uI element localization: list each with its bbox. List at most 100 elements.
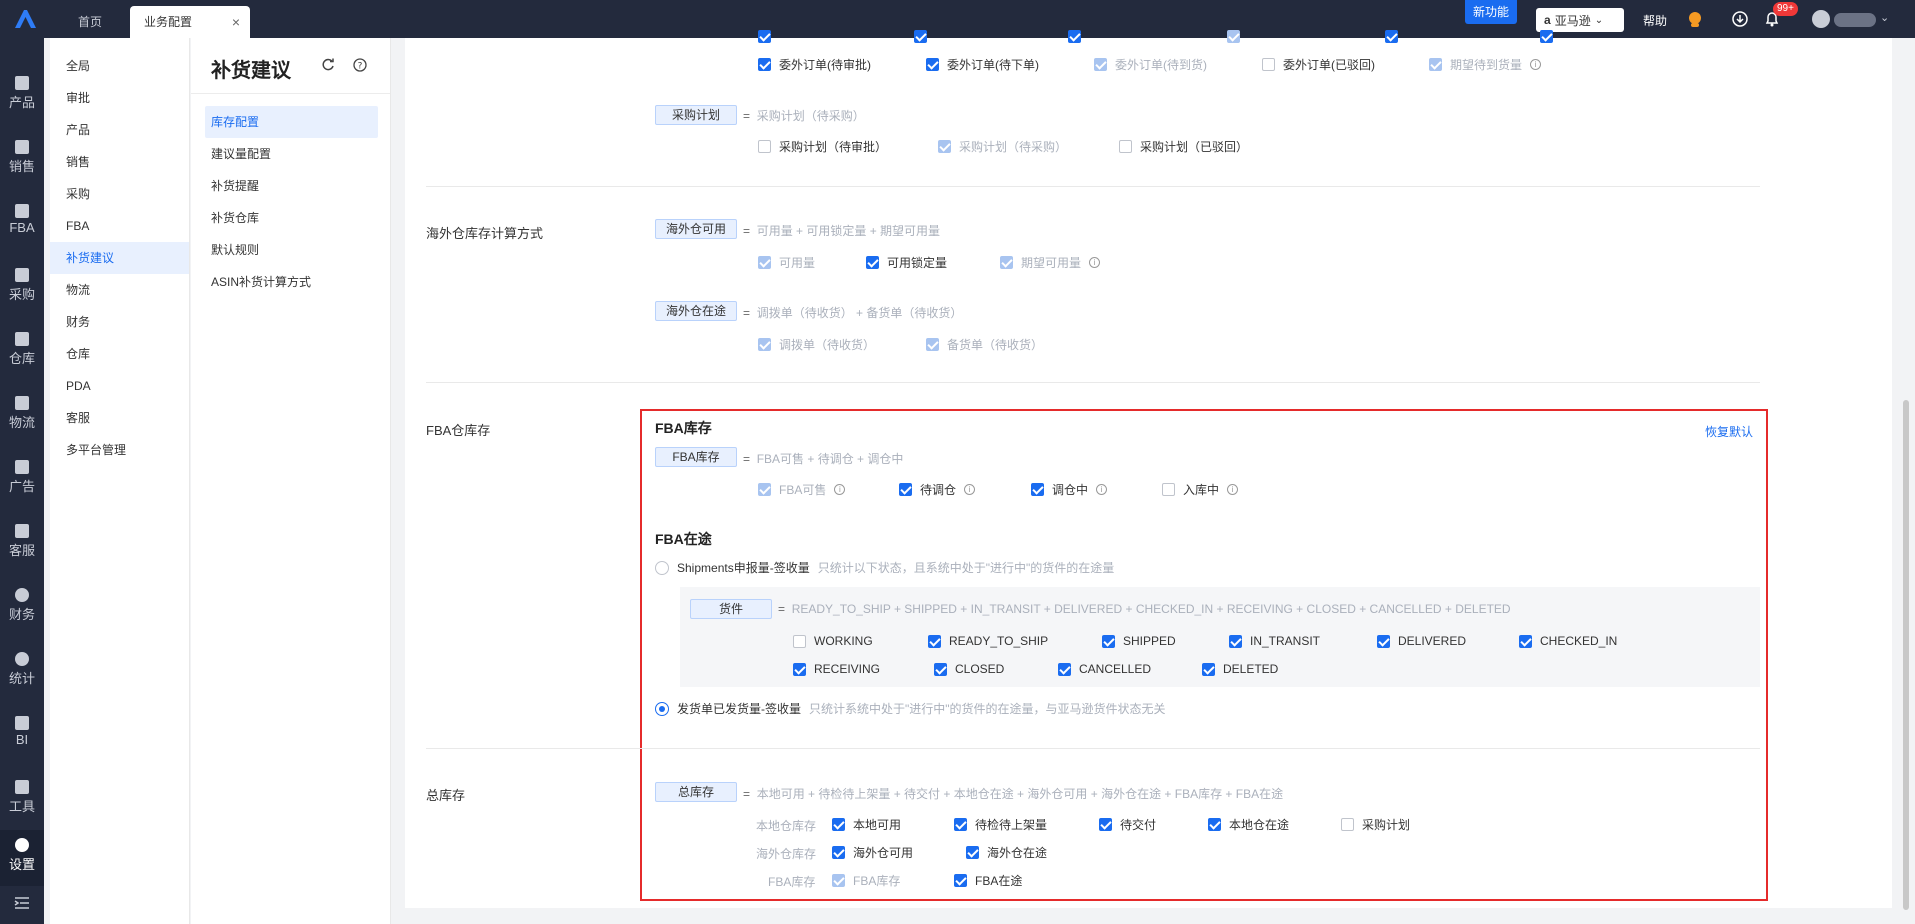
checkbox[interactable] bbox=[1162, 483, 1175, 496]
app-logo[interactable] bbox=[0, 0, 50, 38]
checkbox-pending-delivery[interactable]: 待交付 bbox=[1099, 816, 1156, 833]
checkbox-locked-available[interactable]: 可用锁定量 bbox=[866, 254, 947, 271]
nav-fba[interactable]: FBA bbox=[0, 196, 44, 248]
nav-logistics[interactable]: 物流 bbox=[0, 388, 44, 440]
close-icon[interactable]: × bbox=[232, 6, 240, 38]
checkbox-deleted[interactable]: DELETED bbox=[1202, 662, 1278, 676]
restore-default-link[interactable]: 恢复默认 bbox=[1705, 423, 1753, 440]
checkbox[interactable] bbox=[926, 58, 939, 71]
info-icon[interactable]: i bbox=[1096, 484, 1108, 495]
submenu-approval[interactable]: 审批 bbox=[50, 82, 189, 114]
checkbox-plan-approve[interactable]: 采购计划（待审批） bbox=[758, 138, 887, 155]
help-link[interactable]: 帮助 bbox=[1643, 12, 1667, 29]
radio-shipments[interactable]: Shipments申报量-签收量 只统计以下状态，且系统中处于"进行中"的货件的在… bbox=[655, 559, 1114, 576]
checkbox[interactable] bbox=[1262, 58, 1275, 71]
submenu-warehouse[interactable]: 仓库 bbox=[50, 338, 189, 370]
tmenu-reminder[interactable]: 补货提醒 bbox=[205, 170, 378, 202]
checkbox[interactable] bbox=[866, 256, 879, 269]
checkbox[interactable] bbox=[1099, 818, 1112, 831]
checkbox-shipped[interactable]: SHIPPED bbox=[1102, 634, 1176, 648]
checkbox-fba-transit[interactable]: FBA在途 bbox=[954, 872, 1022, 889]
checkbox[interactable] bbox=[793, 634, 806, 648]
checkbox[interactable] bbox=[1102, 634, 1115, 648]
nav-sales[interactable]: 销售 bbox=[0, 132, 44, 184]
checkbox-receiving[interactable]: RECEIVING bbox=[793, 662, 880, 676]
checkbox-cancelled[interactable]: CANCELLED bbox=[1058, 662, 1151, 676]
submenu-pda[interactable]: PDA bbox=[50, 370, 189, 402]
info-icon[interactable]: i bbox=[1530, 59, 1542, 70]
checkbox-pending-transfer[interactable]: 待调仓 i bbox=[899, 481, 976, 498]
checkbox-inbound[interactable]: 入库中 i bbox=[1162, 481, 1239, 498]
new-feature-button[interactable]: 新功能 bbox=[1465, 0, 1517, 24]
submenu-global[interactable]: 全局 bbox=[50, 50, 189, 82]
nav-settings[interactable]: 设置 bbox=[0, 830, 44, 886]
checkbox[interactable] bbox=[934, 662, 947, 676]
radio-delivery-note[interactable]: 发货单已发货量-签收量 只统计系统中处于"进行中"的货件的在途量，与亚马逊货件状态… bbox=[655, 700, 1166, 717]
checkbox[interactable] bbox=[793, 662, 806, 676]
checkbox[interactable] bbox=[966, 846, 979, 859]
checkbox-outsource-approve[interactable]: 委外订单(待审批) bbox=[758, 56, 871, 73]
checkbox[interactable] bbox=[928, 634, 941, 648]
collapse-menu-icon[interactable] bbox=[0, 888, 44, 918]
checkbox-local-transit[interactable]: 本地仓在途 bbox=[1208, 816, 1289, 833]
checkbox[interactable] bbox=[1519, 634, 1532, 648]
nav-tools[interactable]: 工具 bbox=[0, 772, 44, 824]
avatar[interactable] bbox=[1812, 10, 1830, 28]
submenu-sales[interactable]: 销售 bbox=[50, 146, 189, 178]
info-icon[interactable]: i bbox=[964, 484, 976, 495]
checkbox[interactable] bbox=[1341, 818, 1354, 831]
nav-purchase[interactable]: 采购 bbox=[0, 260, 44, 312]
tmenu-suggest-config[interactable]: 建议量配置 bbox=[205, 138, 378, 170]
tmenu-inventory-config[interactable]: 库存配置 bbox=[205, 106, 378, 138]
checkbox-working[interactable]: WORKING bbox=[793, 634, 873, 648]
nav-stats[interactable]: 统计 bbox=[0, 644, 44, 696]
checkbox-overseas-transit[interactable]: 海外仓在途 bbox=[966, 844, 1047, 861]
checkbox[interactable] bbox=[832, 818, 845, 831]
checkbox[interactable] bbox=[758, 140, 771, 153]
checkbox-inspection-pending[interactable]: 待检待上架量 bbox=[954, 816, 1047, 833]
support-agent-icon[interactable] bbox=[1686, 10, 1704, 28]
checkbox[interactable] bbox=[899, 483, 912, 496]
download-icon[interactable] bbox=[1731, 10, 1749, 28]
checkbox[interactable] bbox=[758, 58, 771, 71]
tab-home[interactable]: 首页 bbox=[64, 6, 124, 38]
info-icon[interactable]: i bbox=[834, 484, 846, 495]
checkbox[interactable] bbox=[1058, 662, 1071, 676]
submenu-multiplatform[interactable]: 多平台管理 bbox=[50, 434, 189, 466]
tmenu-warehouse[interactable]: 补货仓库 bbox=[205, 202, 378, 234]
help-circle-icon[interactable]: ? bbox=[353, 58, 367, 75]
radio[interactable] bbox=[655, 701, 669, 716]
submenu-logistics[interactable]: 物流 bbox=[50, 274, 189, 306]
checkbox[interactable] bbox=[1119, 140, 1132, 153]
nav-bi[interactable]: BI bbox=[0, 708, 44, 760]
refresh-icon[interactable] bbox=[321, 58, 335, 75]
submenu-service[interactable]: 客服 bbox=[50, 402, 189, 434]
checkbox[interactable] bbox=[1377, 634, 1390, 648]
info-icon[interactable]: i bbox=[1089, 257, 1101, 268]
tab-business-config[interactable]: 业务配置 × bbox=[130, 6, 250, 38]
checkbox-delivered[interactable]: DELIVERED bbox=[1377, 634, 1466, 648]
checkbox-ready-to-ship[interactable]: READY_TO_SHIP bbox=[928, 634, 1048, 648]
checkbox[interactable] bbox=[1229, 634, 1242, 648]
checkbox[interactable] bbox=[1031, 483, 1044, 496]
radio[interactable] bbox=[655, 560, 669, 575]
submenu-product[interactable]: 产品 bbox=[50, 114, 189, 146]
nav-finance[interactable]: 财务 bbox=[0, 580, 44, 632]
checkbox-plan-rejected[interactable]: 采购计划（已驳回） bbox=[1119, 138, 1248, 155]
submenu-replenishment[interactable]: 补货建议 bbox=[50, 242, 189, 274]
checkbox[interactable] bbox=[832, 846, 845, 859]
checkbox[interactable] bbox=[954, 874, 967, 887]
nav-ads[interactable]: 广告 bbox=[0, 452, 44, 504]
shop-selector[interactable]: a 亚马逊 ⌄ bbox=[1536, 8, 1624, 32]
submenu-purchase[interactable]: 采购 bbox=[50, 178, 189, 210]
checkbox-transferring[interactable]: 调仓中 i bbox=[1031, 481, 1108, 498]
checkbox-outsource-rejected[interactable]: 委外订单(已驳回) bbox=[1262, 56, 1375, 73]
checkbox-checked-in[interactable]: CHECKED_IN bbox=[1519, 634, 1617, 648]
nav-warehouse[interactable]: 仓库 bbox=[0, 324, 44, 376]
submenu-fba[interactable]: FBA bbox=[50, 210, 189, 242]
checkbox-in-transit[interactable]: IN_TRANSIT bbox=[1229, 634, 1320, 648]
nav-product[interactable]: 产品 bbox=[0, 68, 44, 120]
info-icon[interactable]: i bbox=[1227, 484, 1239, 495]
submenu-finance[interactable]: 财务 bbox=[50, 306, 189, 338]
checkbox-overseas-available[interactable]: 海外仓可用 bbox=[832, 844, 913, 861]
